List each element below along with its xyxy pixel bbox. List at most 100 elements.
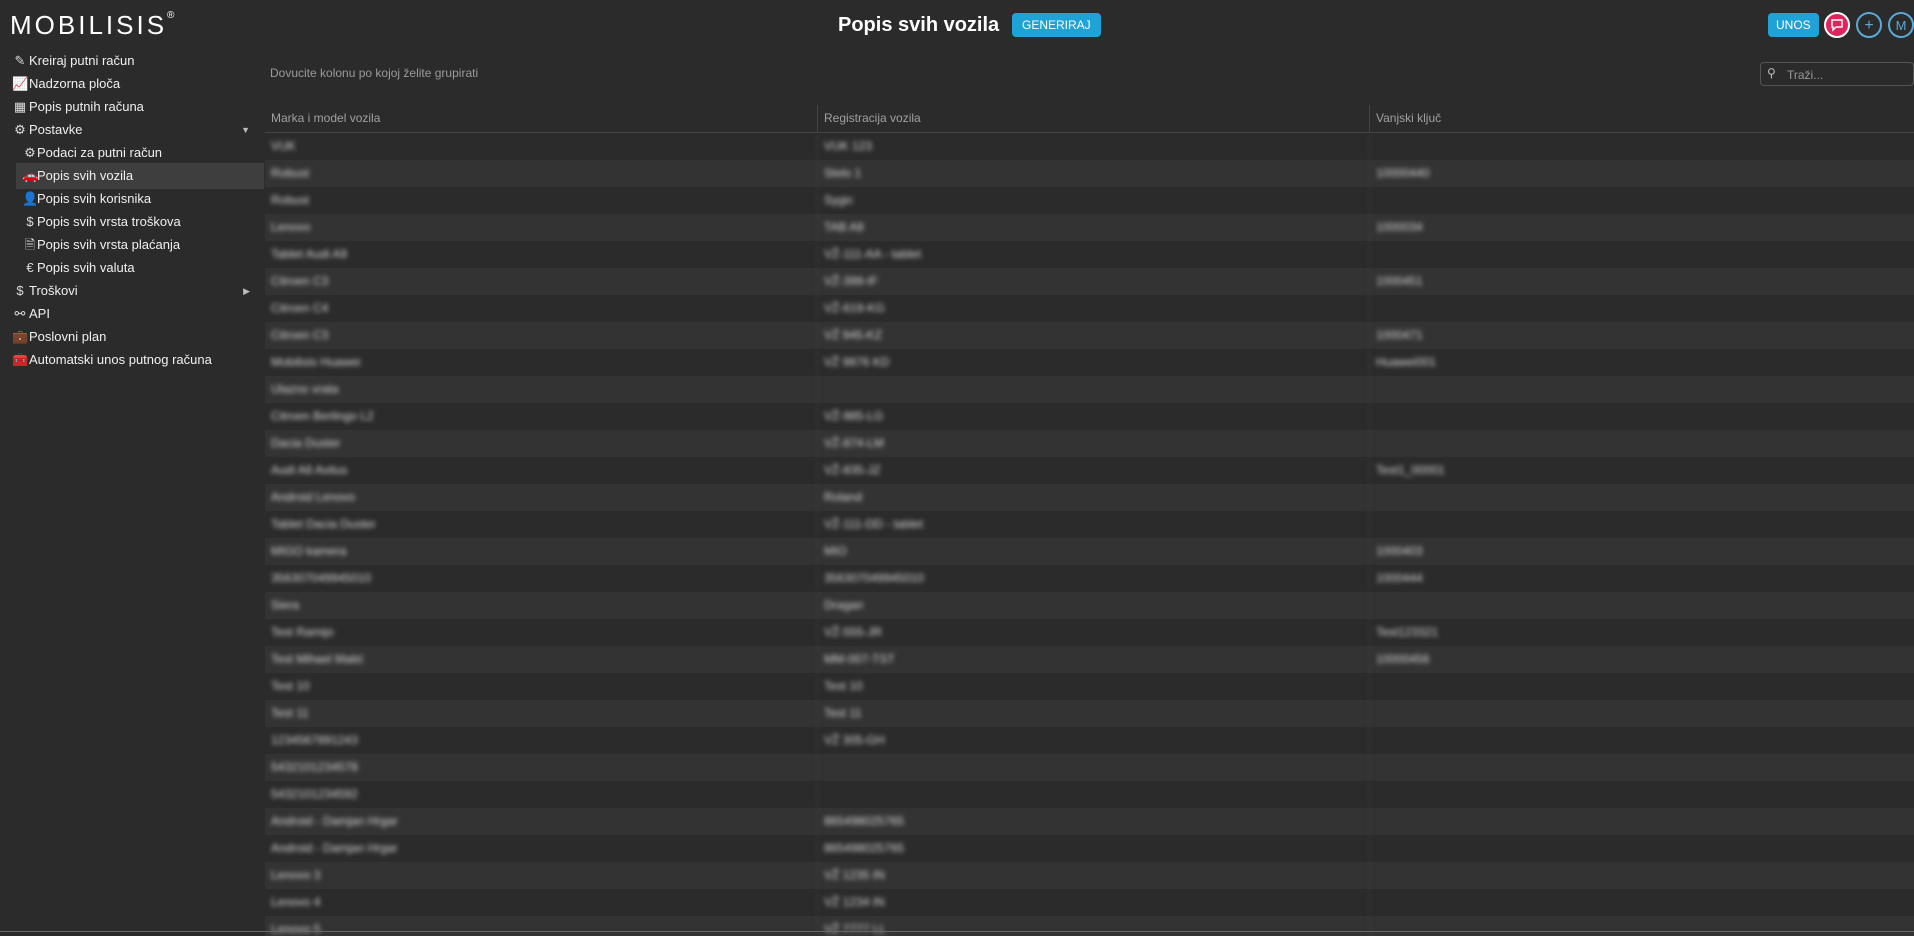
table-cell: Robust	[265, 160, 818, 187]
table-cell: VŽ 305-GH	[818, 727, 1370, 754]
table-row[interactable]: 356307049945010 356307049945010 1000444	[265, 565, 1914, 592]
table-row[interactable]: 1234567891243 VŽ 305-GH	[265, 727, 1914, 754]
table-cell: Test 10	[265, 673, 818, 700]
table-row[interactable]: Lenovo 4 VŽ 1234 IN	[265, 889, 1914, 916]
table-cell: Citroen C4	[265, 295, 818, 322]
table-row[interactable]: Test 11 Test 11	[265, 700, 1914, 727]
table-row[interactable]: Dacia Duster VŽ-874-LM	[265, 430, 1914, 457]
table-cell	[1370, 430, 1914, 457]
table-cell: VŽ 9876 KD	[818, 349, 1370, 376]
table-cell: TAB A8	[818, 214, 1370, 241]
table-cell: Test 10	[818, 673, 1370, 700]
table-cell: 1000451	[1376, 274, 1423, 288]
table-cell: 1234567891243	[265, 727, 818, 754]
table-cell	[1370, 862, 1914, 889]
column-header[interactable]: Registracija vozila	[818, 105, 1370, 132]
unos-button[interactable]: UNOS	[1768, 13, 1819, 37]
table-cell	[818, 376, 1370, 403]
table-cell	[1370, 484, 1914, 511]
top-bar: MOBILISIS® Popis svih vozila GENERIRAJ U…	[0, 0, 1914, 50]
table-row[interactable]: VUK VUK 123	[265, 133, 1914, 160]
table-row[interactable]: Android - Damjan Hrgar 865498025765	[265, 808, 1914, 835]
plus-icon[interactable]: +	[1856, 12, 1882, 38]
table-cell: Tablet Audi A9	[265, 241, 818, 268]
table-cell: Roland	[818, 484, 1370, 511]
search-box[interactable]: ⚲	[1760, 62, 1914, 86]
table-cell: Test1_00001	[1376, 463, 1445, 477]
table-cell: 1000471	[1376, 328, 1423, 342]
table-row[interactable]: Test Ramijo VŽ-555-JR Test123321	[265, 619, 1914, 646]
table-cell: 5432101234592	[265, 781, 818, 808]
table-row[interactable]: Mobilisis Huawei VŽ 9876 KD Huawei001	[265, 349, 1914, 376]
user-avatar[interactable]: M	[1888, 12, 1914, 38]
sidebar-item-automatski-unos-putnog-ra-una[interactable]: 🧰 Automatski unos putnog računa	[0, 347, 264, 373]
table-cell: Test Ramijo	[265, 619, 818, 646]
table-cell: VŽ-555-JR	[818, 619, 1370, 646]
table-cell: Dragan	[818, 592, 1370, 619]
table-cell: MIO	[818, 538, 1370, 565]
table-cell: 5432101234578	[265, 754, 818, 781]
table-cell	[1370, 133, 1914, 160]
table-row[interactable]: Android - Damjan Hrgar 865498025765	[265, 835, 1914, 862]
table-row[interactable]: Robust Sygic	[265, 187, 1914, 214]
table-cell: Siera	[265, 592, 818, 619]
table-row[interactable]: Tablet Dacia Duster VŽ-111-DD - tablet	[265, 511, 1914, 538]
sidebar: ✎ Kreiraj putni račun 📈 Nadzorna ploča ▦ Popi…	[0, 50, 264, 936]
table-row[interactable]: 5432101234578	[265, 754, 1914, 781]
table-row[interactable]: Android Lenovo Roland	[265, 484, 1914, 511]
chat-icon[interactable]	[1824, 12, 1850, 38]
table-row[interactable]: Lenovo 3 VŽ 1235 IN	[265, 862, 1914, 889]
table-row[interactable]: Tablet Audi A9 VŽ-111-AA - tablet	[265, 241, 1914, 268]
table-cell: Test 11	[818, 700, 1370, 727]
table-cell: 865498025765	[818, 808, 1370, 835]
sidebar-item-label: Automatski unos putnog računa	[29, 352, 212, 367]
search-input[interactable]	[1785, 65, 1909, 85]
table-cell	[1370, 835, 1914, 862]
table-row[interactable]: 5432101234592	[265, 781, 1914, 808]
search-icon: ⚲	[1767, 66, 1776, 80]
table-cell: Audi A6 Avitus	[265, 457, 818, 484]
table-row[interactable]: MIGO kamera MIO 1000403	[265, 538, 1914, 565]
table-row[interactable]: Citroen C3 VŽ-399-IF 1000451	[265, 268, 1914, 295]
app-logo[interactable]: MOBILISIS®	[10, 10, 174, 41]
table-row[interactable]: Test 10 Test 10	[265, 673, 1914, 700]
table-cell: Test123321	[1376, 625, 1439, 639]
table-cell: Lenovo 3	[265, 862, 818, 889]
table-cell: Robust	[265, 187, 818, 214]
table-cell: 356307049945010	[818, 565, 1370, 592]
table-row[interactable]: Test Mihael Matić MM-007-TST 10000456	[265, 646, 1914, 673]
registered-mark: ®	[167, 10, 175, 22]
table-row[interactable]: Siera Dragan	[265, 592, 1914, 619]
table-cell	[1370, 781, 1914, 808]
table-cell: VŽ-111-AA - tablet	[818, 241, 1370, 268]
table-cell	[818, 781, 1370, 808]
table-cell: VŽ 1235 IN	[818, 862, 1370, 889]
table-row[interactable]: Lenovo 5 VŽ 7777 LL	[265, 916, 1914, 936]
logo-text: MOBILISIS	[10, 10, 168, 40]
generate-button[interactable]: GENERIRAJ	[1012, 13, 1101, 37]
table-cell: Android - Damjan Hrgar	[265, 835, 818, 862]
table-row[interactable]: Citroen C3 VŽ 945-KZ 1000471	[265, 322, 1914, 349]
table-row[interactable]: Ulazno vrata	[265, 376, 1914, 403]
column-header[interactable]: Vanjski ključ	[1370, 105, 1914, 132]
column-header[interactable]: Marka i model vozila	[265, 105, 818, 132]
table-cell: VŽ-985-LG	[818, 403, 1370, 430]
table-cell	[818, 754, 1370, 781]
page-title: Popis svih vozila	[838, 14, 1000, 36]
table-row[interactable]: Lenovo TAB A8 1000034	[265, 214, 1914, 241]
table-cell: Tablet Dacia Duster	[265, 511, 818, 538]
table-cell: VŽ 945-KZ	[818, 322, 1370, 349]
table-cell: VŽ 1234 IN	[818, 889, 1370, 916]
table-row[interactable]: Robust Stelo 1 10000440	[265, 160, 1914, 187]
table-cell: Lenovo	[265, 214, 818, 241]
table-row[interactable]: Citroen Berlingo L2 VŽ-985-LG	[265, 403, 1914, 430]
table-cell	[1370, 754, 1914, 781]
table-row[interactable]: Citroen C4 VŽ-619-KG	[265, 295, 1914, 322]
table-row[interactable]: Audi A6 Avitus VŽ-835-JZ Test1_00001	[265, 457, 1914, 484]
table-cell	[1370, 727, 1914, 754]
table-cell: Ulazno vrata	[265, 376, 818, 403]
table-cell: Stelo 1	[818, 160, 1370, 187]
table-cell: Test Mihael Matić	[265, 646, 818, 673]
table-cell	[1370, 511, 1914, 538]
table-cell: Test 11	[265, 700, 818, 727]
